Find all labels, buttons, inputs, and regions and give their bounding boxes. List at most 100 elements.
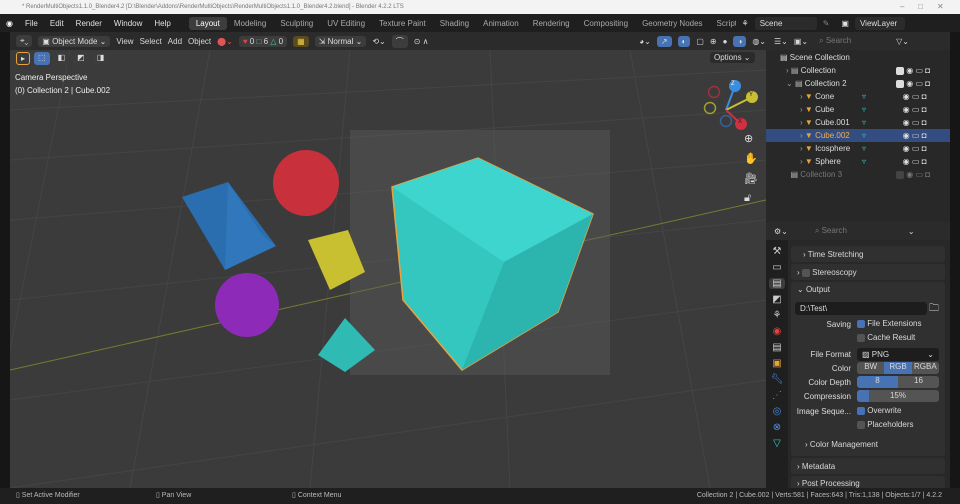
eye-icon[interactable]: ◉	[903, 92, 910, 101]
world-tab-icon[interactable]: ◉	[773, 326, 782, 337]
color-rgb-option[interactable]: RGB	[884, 362, 912, 374]
display-mode-icon[interactable]: ☰⌄	[774, 37, 788, 46]
menu-object[interactable]: Object	[188, 37, 211, 46]
expand-arrow-icon[interactable]: ›	[800, 131, 803, 140]
render-camera-icon[interactable]: ◘	[925, 170, 930, 179]
expand-arrow-icon[interactable]: ⌄	[786, 79, 793, 88]
outliner-item[interactable]: › ▼ Cube ◉ ▭ ◘ ▿	[766, 103, 950, 116]
menu-edit[interactable]: Edit	[44, 19, 70, 28]
compression-slider[interactable]: 15%	[857, 390, 939, 402]
tab-compositing[interactable]: Compositing	[577, 17, 635, 30]
placeholders-checkbox[interactable]: Placeholders	[857, 420, 913, 429]
menu-render[interactable]: Render	[70, 19, 108, 28]
expand-arrow-icon[interactable]: ›	[800, 105, 803, 114]
gizmo-icon[interactable]: ↗	[656, 35, 672, 47]
pin-icon[interactable]: ✎	[817, 19, 836, 28]
expand-arrow-icon[interactable]: ›	[800, 92, 803, 101]
select-tool-icon[interactable]: ▸	[16, 52, 31, 65]
maximize-button[interactable]: □	[918, 0, 923, 14]
menu-add[interactable]: Add	[168, 37, 182, 46]
outliner-search[interactable]: ⌕ Search	[814, 34, 891, 48]
exclude-checkbox[interactable]	[896, 66, 904, 75]
eye-icon[interactable]: ◉	[903, 131, 910, 140]
orientation-selector[interactable]: ⇲ Normal ⌄	[314, 35, 367, 47]
exclude-checkbox[interactable]	[896, 170, 904, 179]
modifier-tab-icon[interactable]: 🔧︎	[771, 374, 784, 385]
shading-rendered-icon[interactable]: ◍⌄	[752, 37, 766, 46]
viewport-toggle-icon[interactable]: ▭	[912, 157, 920, 166]
color-management-subpanel[interactable]: › Color Management	[805, 440, 878, 449]
snap-icon[interactable]: ⌒	[391, 34, 408, 48]
eye-icon[interactable]: ◉	[903, 157, 910, 166]
tab-geometry-nodes[interactable]: Geometry Nodes	[635, 17, 709, 30]
shading-wire-icon[interactable]: ⊕	[710, 37, 717, 46]
render-tab-icon[interactable]: ▭	[772, 262, 781, 273]
close-button[interactable]: ✕	[937, 0, 944, 14]
object-tab-icon[interactable]: ▣	[772, 358, 781, 369]
outliner-item[interactable]: ▤ Collection 3 ◉ ▭ ◘	[766, 168, 950, 181]
properties-options-icon[interactable]: ⌄	[908, 227, 915, 236]
3d-viewport[interactable]: Z Y X ▸ ⬚ ◧ ◩ ◨ Camera Perspective (0) C…	[10, 50, 766, 488]
viewport-toggle-icon[interactable]: ▭	[915, 79, 923, 88]
tab-rendering[interactable]: Rendering	[526, 17, 577, 30]
tab-animation[interactable]: Animation	[476, 17, 526, 30]
minimize-button[interactable]: –	[900, 0, 904, 14]
exclude-checkbox[interactable]	[896, 79, 904, 88]
view-layer-tab-icon[interactable]: ◩	[772, 294, 781, 305]
options-dropdown[interactable]: Options ⌄	[710, 52, 755, 63]
viewport-toggle-icon[interactable]: ▭	[912, 92, 920, 101]
viewport-toggle-icon[interactable]: ▭	[915, 170, 923, 179]
mode-selector[interactable]: ▣ Object Mode ⌄	[38, 35, 111, 47]
tab-modeling[interactable]: Modeling	[227, 17, 273, 30]
render-camera-icon[interactable]: ◘	[922, 92, 927, 101]
pan-hand-icon[interactable]: ✋	[744, 152, 758, 165]
eye-icon[interactable]: ◉	[903, 118, 910, 127]
filter-icon[interactable]: ▽⌄	[896, 37, 909, 46]
viewport-toggle-icon[interactable]: ▭	[912, 118, 920, 127]
outliner-item[interactable]: › ▼ Cube.002 ◉ ▭ ◘ ▿	[766, 129, 950, 142]
eye-icon[interactable]: ◉	[906, 79, 913, 88]
stereoscopy-panel[interactable]: › Stereoscopy	[791, 264, 945, 280]
select-subtract-icon[interactable]: ◩	[73, 52, 89, 65]
select-extend-icon[interactable]: ◧	[53, 52, 70, 65]
time-stretching-panel[interactable]: › Time Stretching	[791, 246, 945, 262]
outliner-root[interactable]: ▤ Scene Collection	[766, 51, 950, 64]
view-layer-selector[interactable]: ViewLayer	[854, 16, 905, 30]
menu-view[interactable]: View	[116, 37, 133, 46]
filter-view-icon[interactable]: ▣⌄	[794, 37, 808, 46]
gizmo-toggle-icon[interactable]: ▦	[293, 35, 309, 47]
stereoscopy-checkbox[interactable]	[801, 268, 810, 277]
eye-icon[interactable]: ◉	[906, 170, 913, 179]
render-camera-icon[interactable]: ◘	[922, 157, 927, 166]
expand-arrow-icon[interactable]: ›	[800, 157, 803, 166]
expand-arrow-icon[interactable]: ›	[786, 66, 789, 75]
expand-arrow-icon[interactable]: ›	[800, 118, 803, 127]
menu-select[interactable]: Select	[140, 37, 162, 46]
tab-layout[interactable]: Layout	[188, 16, 227, 30]
overwrite-checkbox[interactable]: Overwrite	[857, 406, 901, 415]
render-camera-icon[interactable]: ◘	[922, 131, 927, 140]
expand-arrow-icon[interactable]: ›	[800, 144, 803, 153]
outliner-item[interactable]: › ▼ Sphere ◉ ▭ ◘ ▿	[766, 155, 950, 168]
render-camera-icon[interactable]: ◘	[922, 118, 927, 127]
folder-icon[interactable]: 🗀	[929, 301, 939, 318]
tab-sculpting[interactable]: Sculpting	[273, 17, 320, 30]
cache-result-checkbox[interactable]: Cache Result	[857, 333, 915, 342]
scene-selector[interactable]: Scene	[754, 16, 817, 30]
depth-8-option[interactable]: 8	[857, 376, 898, 388]
outliner-item[interactable]: › ▼ Icosphere ◉ ▭ ◘ ▿	[766, 142, 950, 155]
tab-uv-editing[interactable]: UV Editing	[320, 17, 372, 30]
properties-editor-type-icon[interactable]: ⚙⌄	[774, 227, 788, 236]
outliner-item[interactable]: › ▼ Cone ◉ ▭ ◘ ▿	[766, 90, 950, 103]
select-intersect-icon[interactable]: ◨	[92, 52, 109, 65]
outliner-item[interactable]: ⌄ ▤ Collection 2 ◉ ▭ ◘	[766, 77, 950, 90]
pivot-icon[interactable]: ⟲⌄	[372, 37, 385, 46]
scene-icon[interactable]: ⚘	[736, 19, 755, 28]
proportional-icon[interactable]: ⊙ ∧	[414, 37, 429, 46]
viewport-toggle-icon[interactable]: ▭	[915, 66, 923, 75]
menu-window[interactable]: Window	[108, 19, 148, 28]
data-tab-icon[interactable]: ▽	[773, 438, 781, 449]
file-format-dropdown[interactable]: ▨ PNG ⌄	[857, 348, 939, 361]
output-panel-header[interactable]: ⌄ Output	[791, 282, 945, 294]
visibility-icon[interactable]: ◕⌄	[639, 37, 651, 46]
